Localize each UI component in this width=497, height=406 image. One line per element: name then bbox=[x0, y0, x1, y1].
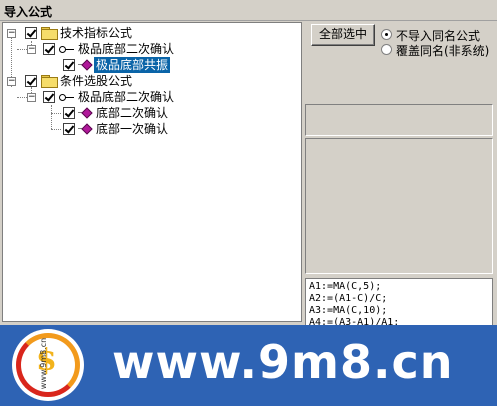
watermark-banner: $ www.9m8.cn www.9m8.cn bbox=[0, 325, 497, 406]
collapse-icon[interactable]: − bbox=[7, 77, 16, 86]
collapse-icon[interactable]: − bbox=[27, 45, 36, 54]
key-icon bbox=[59, 44, 75, 54]
code-line: A1:=MA(C,5); bbox=[309, 281, 382, 292]
tree-checkbox[interactable] bbox=[25, 75, 37, 87]
tree-checkbox[interactable] bbox=[43, 43, 55, 55]
key-icon bbox=[59, 92, 75, 102]
skip-same-name-radio[interactable] bbox=[381, 29, 392, 40]
tree-checkbox[interactable] bbox=[43, 91, 55, 103]
tree-node-stock-conditions[interactable]: − 条件选股公式 bbox=[3, 73, 293, 89]
collapse-icon[interactable]: − bbox=[27, 93, 36, 102]
tree-node-formula[interactable]: 极品底部共振 bbox=[3, 57, 293, 73]
overwrite-same-name-label: 覆盖同名(非系统) bbox=[396, 44, 490, 58]
window-title: 导入公式 bbox=[4, 5, 53, 19]
code-line: A3:=MA(C,10); bbox=[309, 305, 388, 316]
tree-node-tech-indicators[interactable]: − 技术指标公式 bbox=[3, 25, 293, 41]
tree-node-label: 极品底部二次确认 bbox=[78, 42, 175, 56]
formula-tree[interactable]: − 技术指标公式 − 极品底部二次确认 极品底部共振 − 条件选股公式 − 极品… bbox=[2, 22, 302, 322]
tree-node-formula[interactable]: 底部一次确认 bbox=[3, 121, 293, 137]
folder-icon bbox=[41, 75, 58, 88]
tree-checkbox[interactable] bbox=[63, 123, 75, 135]
tree-node-formula-group[interactable]: − 极品底部二次确认 bbox=[3, 89, 293, 105]
tree-node-label: 条件选股公式 bbox=[60, 74, 133, 88]
tree-checkbox[interactable] bbox=[63, 59, 75, 71]
overwrite-same-name-radio[interactable] bbox=[381, 44, 392, 55]
site-logo: $ www.9m8.cn bbox=[12, 329, 84, 401]
tree-node-label: 底部二次确认 bbox=[96, 106, 169, 120]
formula-icon bbox=[78, 123, 92, 135]
tree-node-label-selected: 极品底部共振 bbox=[94, 57, 171, 73]
collapse-icon[interactable]: − bbox=[7, 29, 16, 38]
tree-checkbox[interactable] bbox=[25, 27, 37, 39]
watermark-url: www.9m8.cn bbox=[112, 335, 454, 389]
tree-checkbox[interactable] bbox=[63, 107, 75, 119]
tree-node-formula[interactable]: 底部二次确认 bbox=[3, 105, 293, 121]
tree-node-label: 技术指标公式 bbox=[60, 26, 133, 40]
title-bar: 导入公式 bbox=[0, 0, 497, 21]
tree-node-label: 极品底部二次确认 bbox=[78, 90, 175, 104]
code-line: A2:=(A1-C)/C; bbox=[309, 293, 388, 304]
folder-icon bbox=[41, 27, 58, 40]
description-panel bbox=[305, 138, 493, 274]
formula-icon bbox=[78, 59, 92, 71]
logo-caption: www.9m8.cn bbox=[39, 337, 49, 390]
info-panel bbox=[305, 104, 493, 136]
select-all-button[interactable]: 全部选中 bbox=[311, 24, 375, 46]
tree-node-label: 底部一次确认 bbox=[96, 122, 169, 136]
tree-node-formula-group[interactable]: − 极品底部二次确认 bbox=[3, 41, 293, 57]
formula-source-text[interactable]: A1:=MA(C,5); A2:=(A1-C)/C; A3:=MA(C,10);… bbox=[305, 278, 493, 328]
formula-icon bbox=[78, 107, 92, 119]
